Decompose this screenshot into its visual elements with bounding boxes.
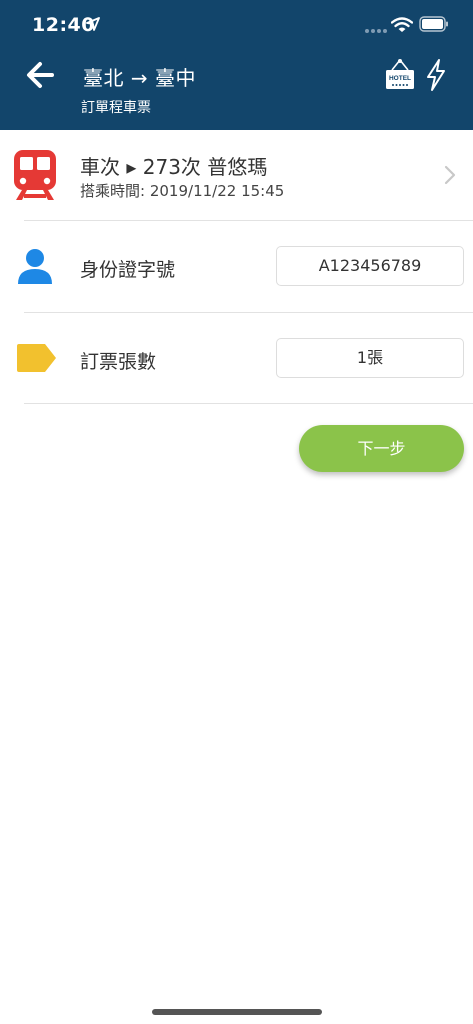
next-step-button[interactable]: 下一步 xyxy=(299,425,464,472)
header: 12:40 臺北 → 臺中 訂單程車票 HOTEL xyxy=(0,0,473,130)
back-arrow-icon xyxy=(27,62,54,88)
ticket-count-field[interactable]: 1張 xyxy=(276,338,464,378)
divider xyxy=(24,403,473,404)
screen: 12:40 臺北 → 臺中 訂單程車票 HOTEL 車次 ▸ 273次 普悠瑪 … xyxy=(0,0,473,1024)
departure-time-label: 搭乘時間: xyxy=(80,182,146,200)
hotel-button[interactable]: HOTEL xyxy=(384,58,416,92)
lightning-bolt-icon xyxy=(427,59,445,91)
id-number-row: 身份證字號 A123456789 xyxy=(0,221,473,312)
train-icon xyxy=(14,150,56,200)
train-title: 車次 ▸ 273次 普悠瑪 xyxy=(80,155,268,179)
hotel-sign-text: HOTEL xyxy=(389,75,411,82)
cellular-signal-icon xyxy=(365,29,387,33)
wifi-icon xyxy=(391,17,413,32)
id-number-label: 身份證字號 xyxy=(80,259,176,281)
home-indicator xyxy=(152,1009,322,1015)
chevron-right-icon xyxy=(444,165,456,185)
departure-time: 搭乘時間: 2019/11/22 15:45 xyxy=(80,180,284,201)
ticket-count-row: 訂票張數 1張 xyxy=(0,313,473,404)
location-arrow-icon xyxy=(86,17,100,31)
ticket-count-label: 訂票張數 xyxy=(80,351,157,373)
id-number-field[interactable]: A123456789 xyxy=(276,246,464,286)
page-subtitle: 訂單程車票 xyxy=(81,100,151,116)
person-icon xyxy=(18,249,52,284)
flash-button[interactable] xyxy=(425,58,447,92)
ticket-tag-icon xyxy=(17,344,56,372)
route-title: 臺北 → 臺中 xyxy=(83,66,196,90)
back-button[interactable] xyxy=(22,58,62,92)
departure-time-value: 2019/11/22 15:45 xyxy=(149,182,285,200)
battery-icon xyxy=(419,16,448,32)
hotel-sign-icon: HOTEL xyxy=(386,59,414,89)
train-info-row[interactable]: 車次 ▸ 273次 普悠瑪 搭乘時間: 2019/11/22 15:45 xyxy=(0,130,473,220)
